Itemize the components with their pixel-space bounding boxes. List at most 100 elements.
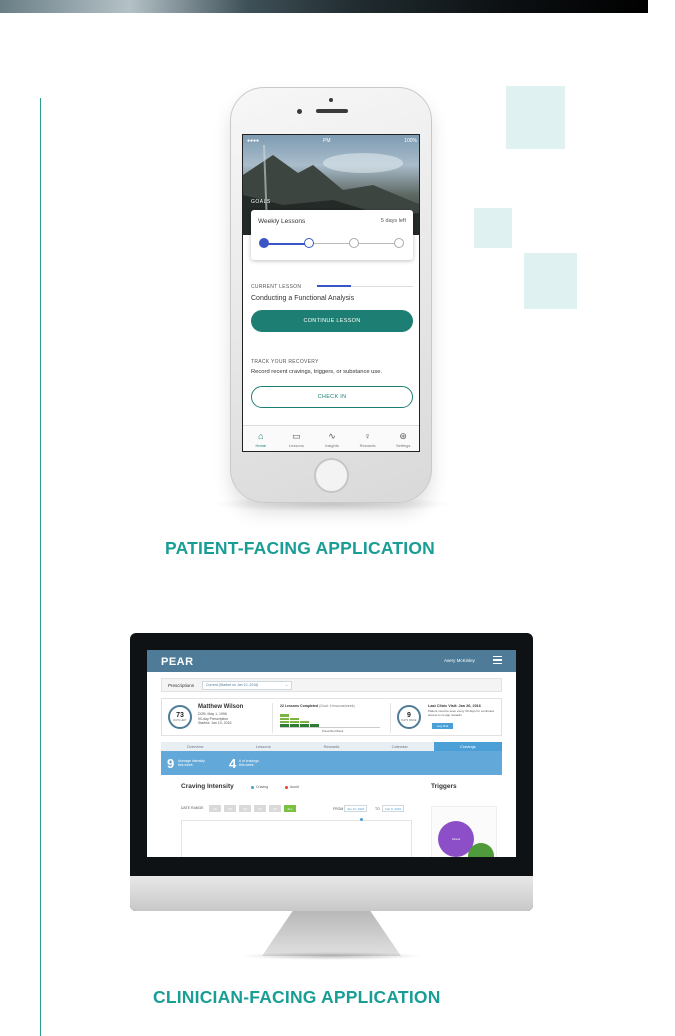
user-name[interactable]: Avery McKinley	[444, 658, 475, 663]
days-left: 5 days left	[380, 218, 406, 224]
continue-lesson-button[interactable]: CONTINUE LESSON	[251, 310, 413, 332]
tab-home[interactable]: ⌂ Home	[243, 426, 279, 451]
hero-image-strip	[0, 0, 648, 13]
settings-icon: ⊛	[399, 430, 407, 441]
progress-step-complete	[259, 238, 269, 248]
days-since-value: 9	[407, 712, 411, 719]
patient-name: Matthew Wilson	[198, 704, 244, 710]
clinician-tabs: Overview Lessons Rewards Calendar Cravin…	[161, 742, 503, 751]
clinician-header: PEAR Avery McKinley	[147, 650, 516, 672]
tab-rewards[interactable]: ♀ Rewards	[350, 426, 386, 451]
phone-camera	[297, 109, 302, 114]
monitor-screen: PEAR Avery McKinley Prescriptions Curren…	[147, 650, 516, 857]
weekly-lessons-chart	[280, 712, 380, 728]
craving-intensity-title: Craving Intensity	[181, 783, 234, 790]
bottom-tab-bar: ⌂ Home ▭ Lessons ∿ Insights ♀ Rewards ⊛ …	[243, 425, 419, 451]
monitor-base-shadow	[240, 952, 423, 960]
trigger-bubble-label: Stress	[451, 837, 461, 841]
legend-label: Craving	[256, 785, 269, 789]
days-left-value: 73	[176, 712, 184, 719]
weekly-lessons-bar-block	[280, 714, 289, 717]
decorative-square	[474, 208, 512, 248]
status-time: PM	[323, 138, 331, 144]
range-button-all[interactable]: ALL	[284, 805, 296, 812]
lesson-progress-fill	[317, 285, 351, 287]
tab-calendar[interactable]: Calendar	[366, 742, 434, 751]
log-visit-button[interactable]: Log Visit	[432, 723, 453, 729]
tab-insights[interactable]: ∿ Insights	[314, 426, 350, 451]
range-button-1w[interactable]: 1W	[224, 805, 236, 812]
tab-lessons[interactable]: Lessons	[229, 742, 297, 751]
current-lesson-title: Conducting a Functional Analysis	[251, 295, 355, 302]
range-button-3m[interactable]: 3M	[269, 805, 281, 812]
tab-label: Settings	[395, 442, 411, 448]
triggers-title: Triggers	[431, 783, 457, 790]
to-label: TO	[375, 807, 380, 811]
last-visit-note: Patient must be seen every 30 days for c…	[428, 709, 494, 717]
prescribed-week-label: Prescribed Week	[322, 729, 344, 733]
divider	[272, 703, 273, 733]
to-date-input[interactable]: Feb 9, 2016	[382, 805, 405, 812]
days-left-ring: 73 DAYS LEFT	[168, 705, 192, 729]
page: ●●●● PM 100% GOALS Weekly Lessons 5 days…	[0, 0, 675, 1036]
prescription-select[interactable]: Current (Started on Jan 10, 2016) ⌄	[202, 680, 293, 690]
cravings-stats-bar: 9 Average intensity this week 4 # of cra…	[161, 751, 502, 775]
weekly-lessons-card[interactable]: Weekly Lessons 5 days left	[251, 210, 413, 260]
tab-overview[interactable]: Overview	[161, 742, 229, 751]
lessons-completed-title: 22 Lessons Completed	[280, 704, 319, 708]
prescriptions-label: Prescriptions	[168, 682, 195, 688]
data-point	[360, 818, 363, 821]
status-battery: 100%	[404, 138, 417, 144]
weekly-lessons-bar-block	[290, 717, 299, 721]
progress-step	[349, 238, 359, 248]
legend-craving: Craving	[251, 785, 268, 789]
range-button-1m[interactable]: 1M	[254, 805, 266, 812]
tab-settings[interactable]: ⊛ Settings	[385, 426, 419, 451]
days-since-ring: 9 DAYS SINCE	[397, 705, 421, 729]
phone-speaker	[316, 109, 348, 113]
chart-icon: ∿	[328, 430, 336, 441]
range-button-2w[interactable]: 2W	[239, 805, 251, 812]
from-date-input[interactable]: Jan 10, 2016	[344, 805, 368, 812]
decorative-square	[524, 253, 577, 309]
legend-dot	[285, 785, 288, 789]
legend-dot	[251, 785, 254, 789]
patient-started: Started: Jan 10, 2016	[198, 721, 232, 725]
craving-intensity-chart	[181, 818, 412, 857]
pear-logo: PEAR	[161, 656, 194, 668]
clinician-caption: CLINICIAN-FACING APPLICATION	[153, 987, 441, 1007]
prescriptions-bar: Prescriptions Current (Started on Jan 10…	[161, 678, 502, 692]
tab-lessons[interactable]: ▭ Lessons	[279, 426, 315, 451]
last-visit: Last Clinic Visit: Jan 26, 2016	[428, 704, 481, 708]
tab-rewards[interactable]: Rewards	[297, 742, 365, 751]
weekly-lessons-title: Weekly Lessons	[258, 218, 306, 225]
triggers-panel: Stress	[431, 806, 497, 857]
date-range-label: DATE RANGE	[181, 806, 204, 810]
tab-label: Rewards	[359, 442, 376, 448]
avg-intensity-label: Average intensity this week	[178, 759, 205, 767]
weekly-lessons-bar-block	[300, 720, 309, 724]
craving-count-label: # of cravings this week	[239, 759, 259, 767]
menu-icon[interactable]	[493, 656, 502, 664]
decorative-square	[506, 86, 565, 149]
lessons-goal: (Goal: 4 lessons/week)	[319, 704, 355, 708]
home-icon: ⌂	[258, 430, 264, 441]
phone-home-button	[314, 458, 349, 493]
weekly-lessons-bar-block	[280, 717, 289, 721]
tab-label: Lessons	[288, 442, 304, 448]
prescription-select-value: Current (Started on Jan 10, 2016)	[206, 683, 259, 687]
track-recovery-label: TRACK YOUR RECOVERY	[251, 359, 319, 365]
trigger-bubble[interactable]	[468, 843, 494, 857]
tab-label: Home	[255, 442, 267, 448]
weekly-lessons-bar-block	[280, 720, 289, 724]
tab-cravings[interactable]: Cravings	[433, 742, 503, 751]
progress-step-current	[304, 238, 314, 248]
goals-label: GOALS	[251, 199, 271, 205]
patient-summary: 73 DAYS LEFT Matthew Wilson DOB: May 1, …	[161, 698, 502, 736]
decorative-vertical-line	[40, 98, 41, 1036]
check-in-button[interactable]: CHECK IN	[251, 386, 413, 408]
from-label: FROM	[333, 807, 344, 811]
legend-avoid: Avoid	[285, 785, 299, 789]
tab-label: Insights	[325, 442, 339, 448]
range-button-1d[interactable]: 1D	[209, 805, 221, 812]
